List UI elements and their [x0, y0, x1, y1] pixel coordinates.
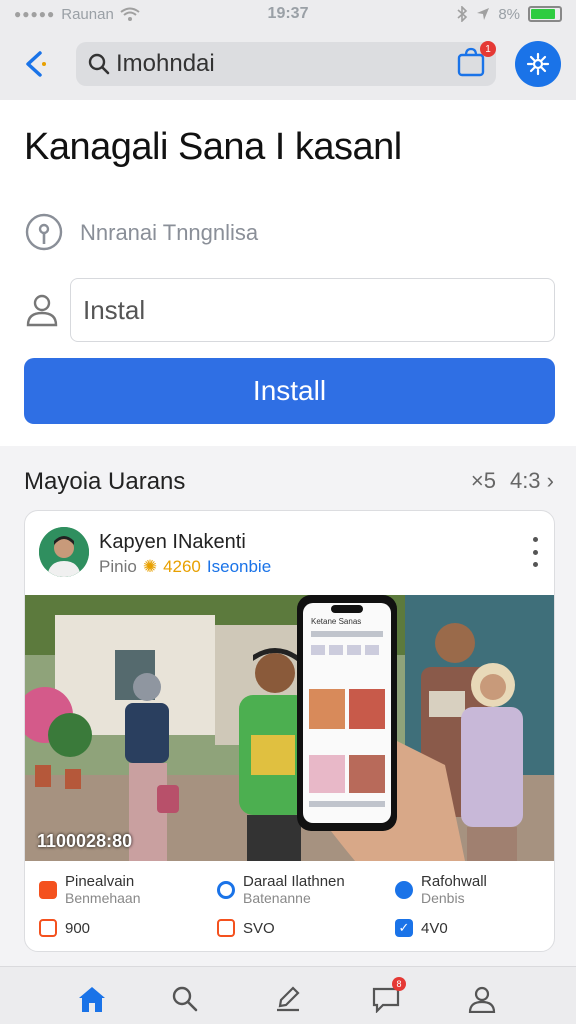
install-button[interactable]: Install [24, 358, 555, 424]
cart-button[interactable]: 1 [456, 41, 496, 79]
post-photo-scene [25, 595, 554, 861]
ticket-icon [39, 919, 57, 937]
wifi-icon [120, 7, 140, 21]
cart-badge: 1 [480, 41, 496, 57]
user-icon [26, 294, 58, 327]
search-icon [88, 53, 110, 75]
stat-item[interactable]: Daraal Ilathnen Batenanne [217, 873, 345, 906]
name-field[interactable]: Instal [70, 278, 555, 342]
phone-screen-header: Ketane Sanas [311, 617, 362, 626]
nav-search[interactable] [167, 981, 203, 1017]
photo-caption: 1100028:80 [37, 831, 133, 851]
chevron-left-icon [26, 51, 46, 77]
back-button[interactable] [14, 44, 54, 84]
stat-value: SVO [217, 919, 275, 937]
status-bar: ●●●●● Raunan 19:37 8% [0, 0, 576, 28]
checkmark-icon: ✓ [395, 919, 413, 937]
stat-item[interactable]: Rafohwall Denbis [395, 873, 487, 906]
battery-percent: 8% [498, 5, 520, 23]
battery-icon [528, 6, 562, 22]
search-icon [172, 986, 198, 1012]
search-input[interactable] [116, 50, 416, 78]
app-bar: 1 [0, 28, 576, 100]
user-row-icon-wrap [22, 290, 62, 330]
nav-home[interactable] [74, 981, 110, 1017]
section-count[interactable]: ×5 [471, 468, 496, 494]
nav-messages[interactable]: 8 [368, 977, 406, 1017]
page-title: Kanagali Sana I kasanl [24, 126, 402, 168]
post-card[interactable]: Kapyen INakenti Pinio ✺ 4260 Iseonbie 11… [24, 510, 555, 952]
info-row-icon-wrap [24, 212, 64, 252]
home-outline-icon [217, 919, 235, 937]
bottom-nav: 8 [0, 966, 576, 1024]
profile-icon [395, 880, 413, 899]
battery-level [531, 9, 555, 19]
info-icon [25, 213, 63, 251]
avatar[interactable] [39, 527, 89, 577]
gear-icon [526, 52, 550, 76]
home-icon [79, 987, 105, 1012]
post-meta: Pinio ✺ 4260 Iseonbie [99, 557, 272, 576]
more-icon [532, 537, 538, 542]
nav-profile[interactable] [464, 981, 500, 1017]
messages-badge: 8 [392, 977, 406, 991]
stat-value: ✓ 4V0 [395, 919, 448, 937]
sun-icon: ✺ [142, 557, 158, 576]
user-icon [468, 986, 496, 1013]
post-photo[interactable]: 1100028:80 Ketane Sanas [25, 595, 554, 861]
stat-value: 900 [39, 919, 90, 937]
section-header: Mayoia Uarans ×5 4:3 › [0, 446, 576, 510]
avatar-image [39, 527, 89, 577]
signal-dots-icon: ●●●●● [14, 7, 56, 21]
more-options-button[interactable] [528, 537, 542, 567]
settings-button[interactable] [515, 41, 561, 87]
info-text: Nnranai Tnngnlisa [80, 220, 259, 245]
post-stats: Pinealvain Benmehaan 900 Daraal Ilathnen B… [25, 871, 554, 951]
section-title: Mayoia Uarans [24, 468, 186, 495]
location-arrow-icon [477, 8, 490, 20]
author-name[interactable]: Kapyen INakenti [99, 531, 246, 554]
stat-item[interactable]: Pinealvain Benmehaan [39, 873, 141, 906]
install-card: Kanagali Sana I kasanl Nnranai Tnngnlisa… [0, 100, 576, 446]
nav-compose[interactable] [270, 981, 306, 1017]
edit-icon [277, 986, 300, 1012]
clock: 19:37 [267, 5, 309, 22]
bluetooth-icon [457, 6, 468, 22]
carrier-name: Raunan [61, 5, 114, 23]
section-see-all[interactable]: 4:3 › [510, 468, 554, 494]
search-bar[interactable] [76, 42, 496, 86]
stat-icon [39, 880, 57, 899]
google-icon [217, 880, 235, 899]
